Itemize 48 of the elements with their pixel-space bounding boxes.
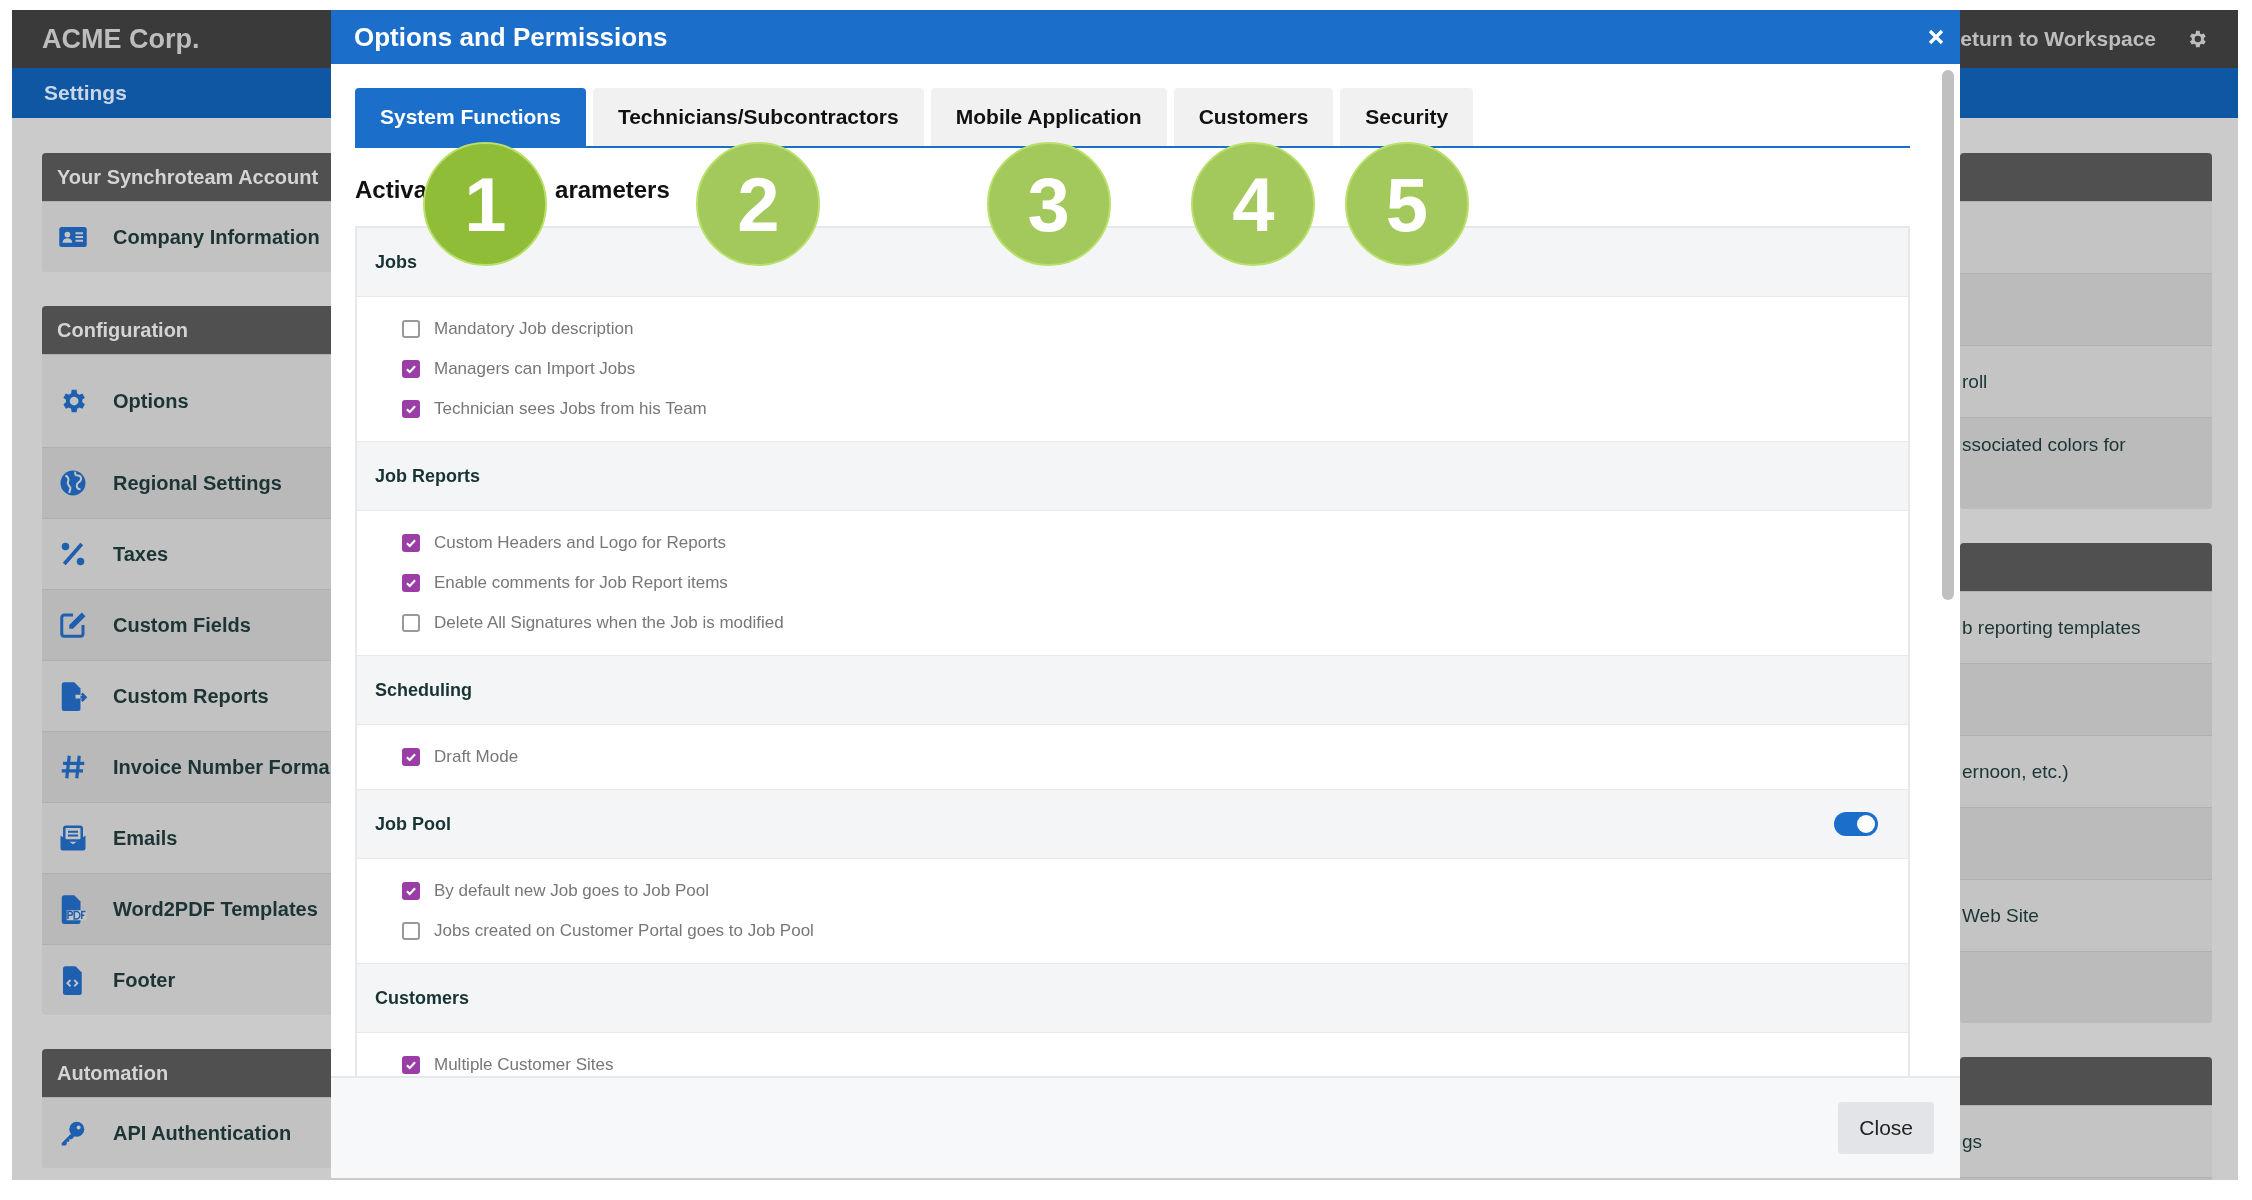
checkbox[interactable] — [402, 748, 420, 766]
checkbox[interactable] — [402, 614, 420, 632]
option-label: By default new Job goes to Job Pool — [434, 881, 709, 901]
checkbox[interactable] — [402, 574, 420, 592]
panel-item-text[interactable]: Web Site — [1960, 904, 2039, 927]
group-title: Job Reports — [375, 465, 480, 487]
group-title: Jobs — [375, 251, 417, 273]
option-label: Delete All Signatures when the Job is modified — [434, 613, 784, 633]
return-to-workspace-link[interactable]: eturn to Workspace — [1960, 27, 2156, 51]
checkbox[interactable] — [402, 922, 420, 940]
option-label: Enable comments for Job Report items — [434, 573, 728, 593]
group-title: Scheduling — [375, 679, 472, 701]
globe-icon — [58, 468, 88, 498]
close-icon[interactable] — [1928, 29, 1944, 45]
dialog-title: Options and Permissions — [354, 21, 668, 53]
breadcrumb: Settings — [44, 81, 127, 105]
company-name: ACME Corp. — [42, 23, 200, 55]
checkbox[interactable] — [402, 1056, 420, 1074]
option-label: Draft Mode — [434, 747, 519, 767]
checkbox[interactable] — [402, 882, 420, 900]
option-label: Custom Headers and Logo for Reports — [434, 533, 726, 553]
tab[interactable]: Security — [1340, 88, 1474, 146]
tab[interactable]: Mobile Application — [930, 88, 1167, 146]
checkbox[interactable] — [402, 320, 420, 338]
option-label: Managers can Import Jobs — [434, 359, 636, 379]
option-label: Mandatory Job description — [434, 319, 634, 339]
checkbox[interactable] — [402, 400, 420, 418]
option-label: Multiple Customer Sites — [434, 1055, 614, 1075]
checkbox[interactable] — [402, 534, 420, 552]
group-title: Job Pool — [375, 813, 451, 835]
checkbox[interactable] — [402, 360, 420, 378]
panel-item-text[interactable]: roll — [1960, 370, 1988, 393]
panel-item-text[interactable]: ssociated colors for — [1960, 434, 2126, 456]
edit-icon — [58, 610, 88, 640]
panel-item-text[interactable]: gs — [1960, 1130, 1983, 1153]
option-label: Technician sees Jobs from his Team — [434, 399, 707, 419]
tab[interactable]: System Functions — [355, 88, 586, 146]
group-title: Customers — [375, 987, 470, 1009]
tab[interactable]: Customers — [1173, 88, 1334, 146]
toggle-switch[interactable] — [1834, 812, 1878, 836]
option-label: Jobs created on Customer Portal goes to Job Pool — [434, 921, 814, 941]
envelope-icon — [58, 823, 88, 853]
section-heading: arameters — [555, 176, 670, 204]
close-button[interactable]: Close — [1838, 1102, 1934, 1154]
panel-item-text[interactable]: b reporting templates — [1960, 616, 2141, 639]
tab[interactable]: Technicians/Subcontractors — [592, 88, 924, 146]
panel-item-text[interactable]: ernoon, etc.) — [1960, 760, 2069, 783]
scrollbar[interactable] — [1942, 70, 1954, 600]
